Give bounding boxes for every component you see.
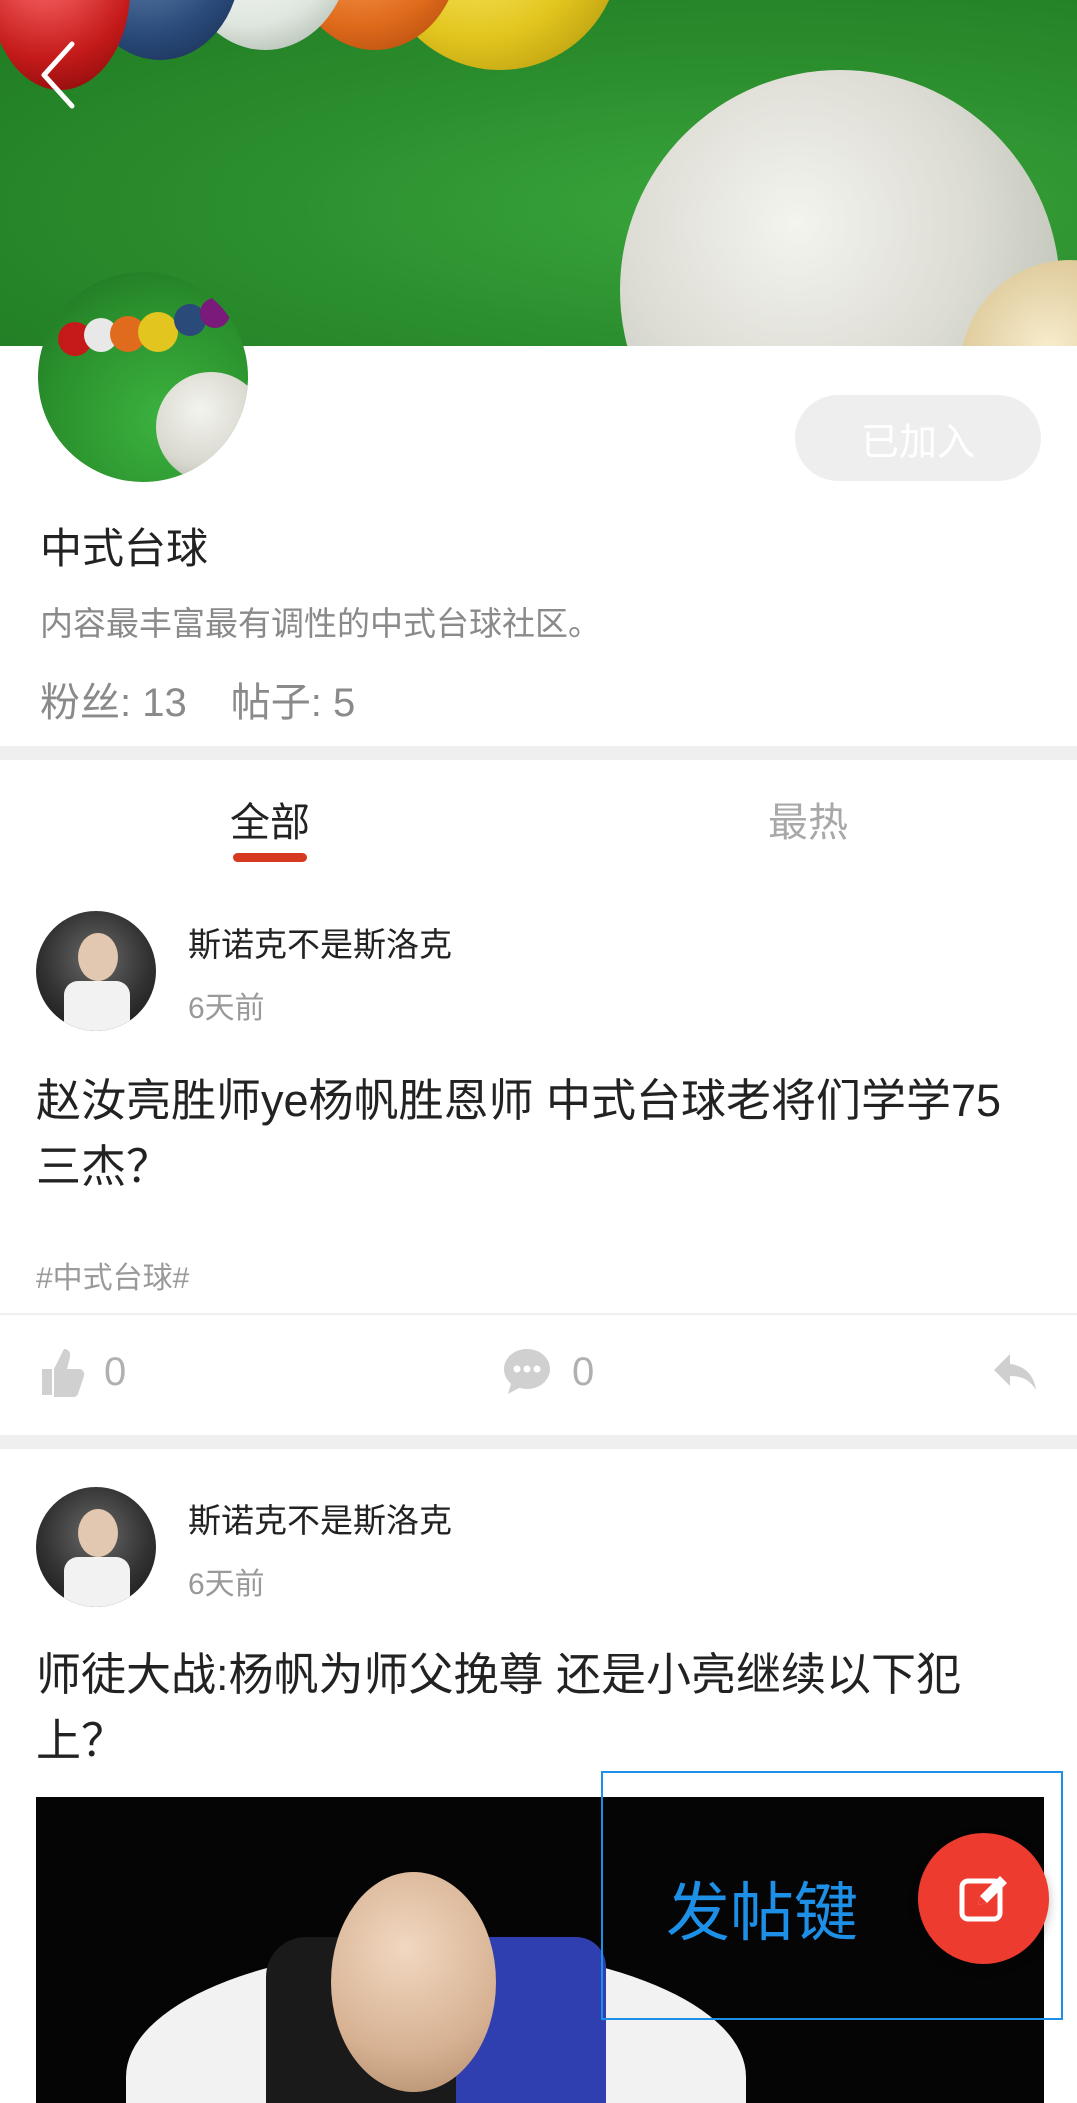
avatar-ball-white <box>156 372 248 482</box>
post-tag[interactable]: #中式台球# <box>36 1253 189 1297</box>
avatar-ball-yellow <box>138 312 178 352</box>
post-author-name[interactable]: 斯诺克不是斯洛克 <box>188 918 452 966</box>
post-author-avatar[interactable] <box>36 911 156 1031</box>
avatar-face <box>78 933 118 981</box>
tab-active-indicator <box>233 853 307 862</box>
fans-count: 粉丝: 13 <box>40 681 187 725</box>
like-count: 0 <box>104 1349 127 1394</box>
tab-all[interactable]: 全部 <box>230 790 310 848</box>
new-post-button[interactable] <box>918 1833 1049 1964</box>
post-author-name[interactable]: 斯诺克不是斯洛克 <box>188 1494 452 1542</box>
community-description: 内容最丰富最有调性的中式台球社区。 <box>40 605 601 642</box>
back-button[interactable] <box>30 30 90 120</box>
thumbs-up-icon <box>42 1349 85 1397</box>
post-title[interactable]: 师徒大战:杨帆为师父挽尊 还是小亮继续以下犯上？ <box>36 1642 1046 1774</box>
community-avatar <box>38 272 248 482</box>
post-separator <box>0 1435 1077 1449</box>
joined-button[interactable]: 已加入 <box>795 395 1041 481</box>
reply-arrow-icon <box>994 1354 1036 1390</box>
post-title[interactable]: 赵汝亮胜师ye杨帆胜恩师 中式台球老将们学学75三杰？ <box>36 1068 1046 1200</box>
community-stats: 粉丝: 13 帖子: 5 <box>40 670 355 728</box>
comment-icon <box>504 1349 550 1394</box>
post-author-avatar[interactable] <box>36 1487 156 1607</box>
section-divider <box>0 746 1077 760</box>
chevron-left-icon <box>41 41 75 109</box>
edit-icon <box>959 1875 1007 1921</box>
avatar-face <box>78 1509 118 1557</box>
like-action[interactable]: 0 <box>38 1345 126 1399</box>
comment-action[interactable]: 0 <box>500 1345 594 1399</box>
post-time: 6天前 <box>188 992 265 1025</box>
comment-count: 0 <box>572 1349 595 1394</box>
avatar-shirt <box>64 981 130 1031</box>
post-time: 6天前 <box>188 1568 265 1601</box>
post-divider <box>0 1313 1077 1315</box>
post-button-label: 发帖键 <box>666 1877 858 1949</box>
community-name: 中式台球 <box>40 525 209 572</box>
posts-count: 帖子: 5 <box>230 681 356 725</box>
tab-hot[interactable]: 最热 <box>768 790 848 848</box>
share-action[interactable] <box>990 1348 1042 1396</box>
avatar-shirt <box>64 1557 130 1607</box>
image-player-head <box>331 1872 496 2092</box>
avatar-ball-purple <box>200 298 230 328</box>
